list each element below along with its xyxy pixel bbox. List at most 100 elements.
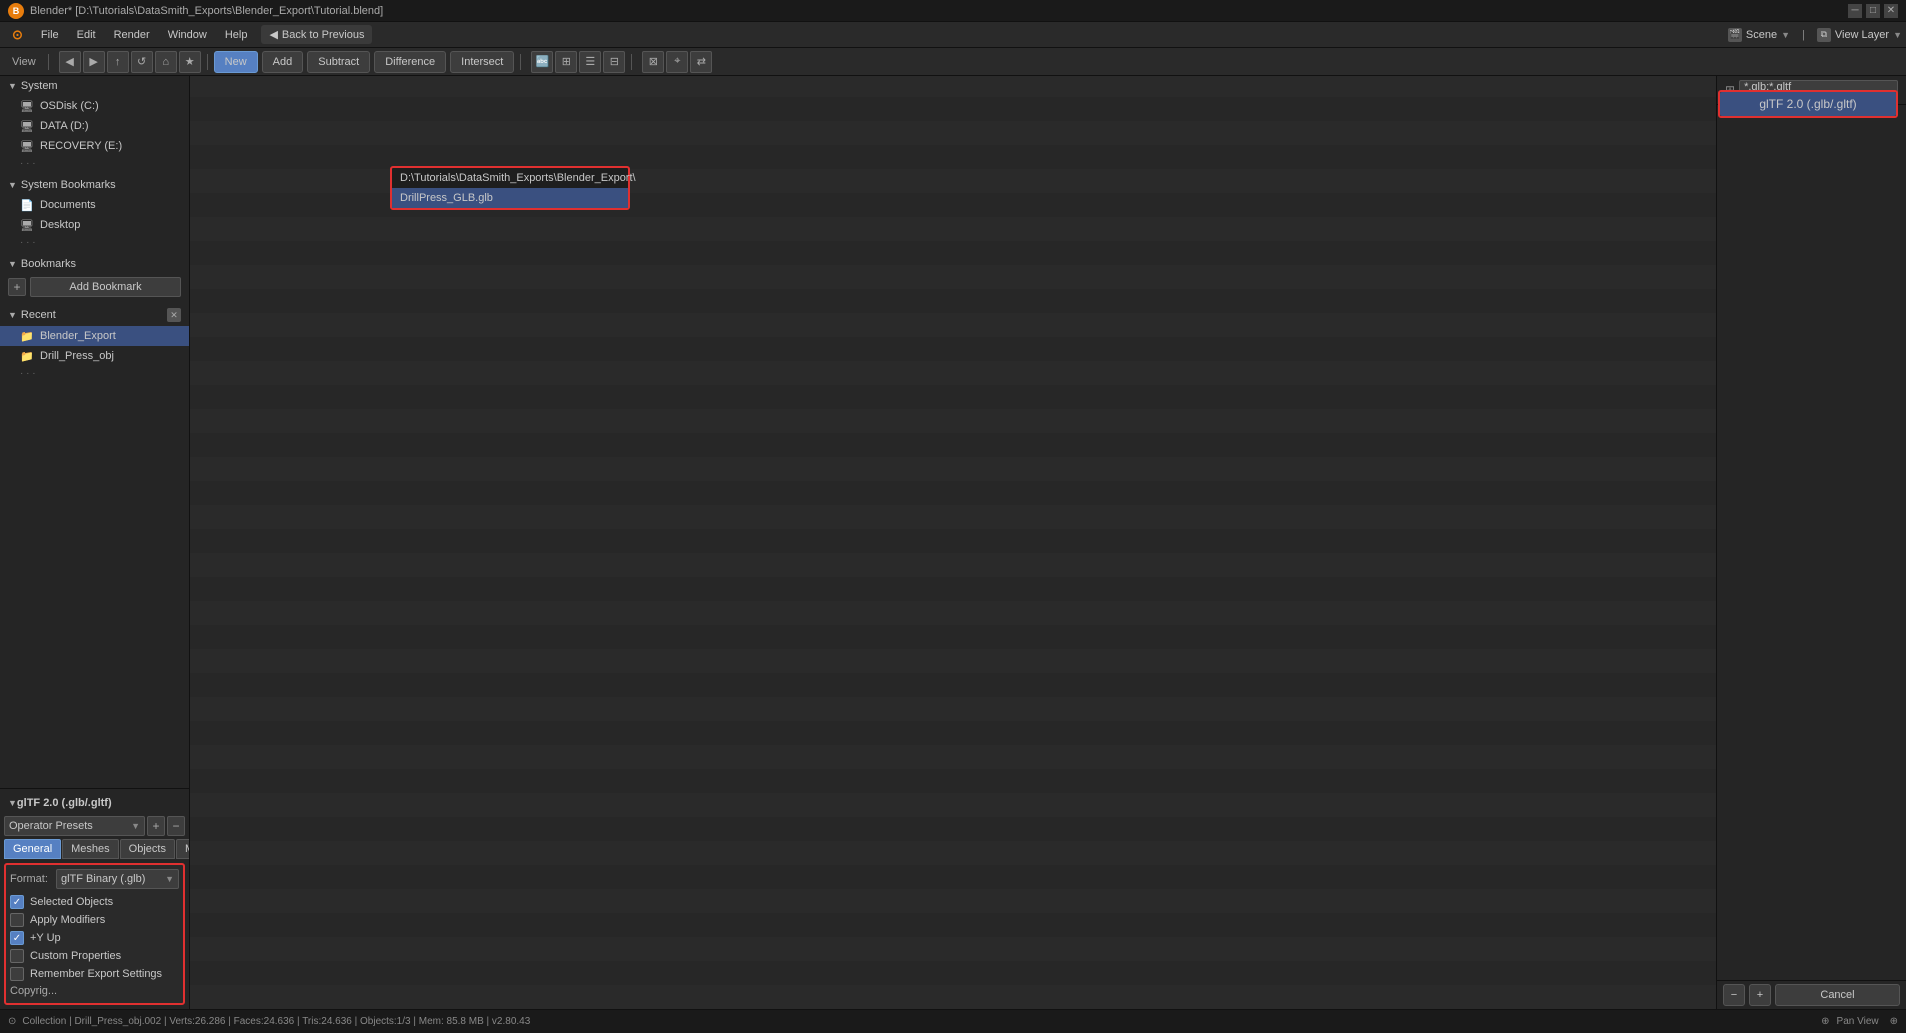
subtract-button[interactable]: Subtract <box>307 51 370 73</box>
sidebar-item-osdisk[interactable]: 🖥 OSDisk (C:) <box>0 96 189 116</box>
tab-objects[interactable]: Objects <box>120 839 175 859</box>
remember-export-label: Remember Export Settings <box>30 968 162 980</box>
filter-icon[interactable]: ⊞ <box>555 51 577 73</box>
right-panel-spacer <box>1717 139 1906 980</box>
user-bookmarks-header[interactable]: ▼ Bookmarks <box>0 254 189 274</box>
add-button[interactable]: Add <box>262 51 304 73</box>
menu-blender[interactable]: ⊙ <box>4 25 31 45</box>
new-button[interactable]: New <box>214 51 258 73</box>
gltf-format-label: glTF 2.0 (.glb/.gltf) <box>1720 92 1896 116</box>
checkbox-y-up[interactable]: ✓ <box>10 931 24 945</box>
add-bookmark-button[interactable]: Add Bookmark <box>30 277 181 297</box>
sidebar-item-blender-export[interactable]: 📁 Blender_Export <box>0 326 189 346</box>
y-up-label: +Y Up <box>30 932 61 944</box>
tab-general[interactable]: General <box>4 839 61 859</box>
sidebar-item-data[interactable]: 🖥 DATA (D:) <box>0 116 189 136</box>
operator-presets-arrow: ▼ <box>131 821 140 831</box>
toolbar-nav-icons: ◀ ▶ ↑ ↺ ⌂ ★ <box>59 51 201 73</box>
add-icon[interactable]: + <box>8 278 26 296</box>
maximize-button[interactable]: □ <box>1866 4 1880 18</box>
extra-icon[interactable]: ⌖ <box>666 51 688 73</box>
user-bookmarks-arrow-icon: ▼ <box>8 259 17 269</box>
tab-materials[interactable]: Materi... <box>176 839 190 859</box>
checkbox-row-selected-objects: ✓ Selected Objects <box>10 893 179 911</box>
action-row: − + Cancel <box>1717 980 1906 1009</box>
format-value: glTF Binary (.glb) <box>61 873 145 885</box>
format-row: Format: glTF Binary (.glb) ▼ <box>10 869 179 889</box>
format-arrow-icon: ▼ <box>165 874 174 884</box>
plus-button[interactable]: + <box>1749 984 1771 1006</box>
view-layer-label: View Layer <box>1835 29 1889 41</box>
system-section-header[interactable]: ▼ System <box>0 76 189 96</box>
checkbox-selected-objects[interactable]: ✓ <box>10 895 24 909</box>
sidebar: ▼ System 🖥 OSDisk (C:) 🖥 DATA (D:) 🖥 REC… <box>0 76 190 1009</box>
view-layer-icon: ⧉ <box>1817 28 1831 42</box>
recent-close-icon[interactable]: ✕ <box>167 308 181 322</box>
transfer-icon[interactable]: ⇄ <box>690 51 712 73</box>
preset-add-button[interactable]: + <box>147 816 165 836</box>
list-icon[interactable]: ☰ <box>579 51 601 73</box>
nav-forward-icon[interactable]: ▶ <box>83 51 105 73</box>
sidebar-item-desktop[interactable]: 🖥 Desktop <box>0 215 189 235</box>
checkbox-row-remember-export: Remember Export Settings <box>10 965 179 983</box>
menu-help[interactable]: Help <box>217 27 256 43</box>
back-label: Back to Previous <box>282 29 365 41</box>
apply-modifiers-label: Apply Modifiers <box>30 914 105 926</box>
difference-button[interactable]: Difference <box>374 51 446 73</box>
status-text: Collection | Drill_Press_obj.002 | Verts… <box>22 1016 530 1027</box>
nav-home-icon[interactable]: ⌂ <box>155 51 177 73</box>
options-header[interactable]: ▼ glTF 2.0 (.glb/.gltf) <box>4 793 185 813</box>
title-bar: B Blender* [D:\Tutorials\DataSmith_Expor… <box>0 0 1906 22</box>
view-label[interactable]: View <box>6 56 42 68</box>
tab-meshes[interactable]: Meshes <box>62 839 119 859</box>
path-input-group: D:\Tutorials\DataSmith_Exports\Blender_E… <box>390 166 630 210</box>
system-bookmarks-section: ▼ System Bookmarks 📄 Documents 🖥 Desktop… <box>0 175 189 250</box>
file-grid[interactable] <box>190 76 1716 1009</box>
menu-window[interactable]: Window <box>160 27 215 43</box>
status-info: Collection | Drill_Press_obj.002 | Verts… <box>22 1016 530 1027</box>
sort-icon[interactable]: 🔤 <box>531 51 553 73</box>
options-arrow-icon: ▼ <box>8 798 17 808</box>
scene-label: Scene <box>1746 29 1777 41</box>
sidebar-item-recovery[interactable]: 🖥 RECOVERY (E:) <box>0 136 189 156</box>
grid-icon[interactable]: ⊟ <box>603 51 625 73</box>
operator-presets-label: Operator Presets <box>9 820 93 832</box>
operator-presets-select[interactable]: Operator Presets ▼ <box>4 816 145 836</box>
intersect-button[interactable]: Intersect <box>450 51 514 73</box>
main-layout: ▼ System 🖥 OSDisk (C:) 🖥 DATA (D:) 🖥 REC… <box>0 76 1906 1009</box>
nav-reload-icon[interactable]: ↺ <box>131 51 153 73</box>
preset-remove-button[interactable]: − <box>167 816 185 836</box>
nav-up-icon[interactable]: ↑ <box>107 51 129 73</box>
cancel-button[interactable]: Cancel <box>1775 984 1900 1006</box>
checkbox-row-y-up: ✓ +Y Up <box>10 929 179 947</box>
close-button[interactable]: ✕ <box>1884 4 1898 18</box>
system-bookmarks-header[interactable]: ▼ System Bookmarks <box>0 175 189 195</box>
status-bar: ⊙ Collection | Drill_Press_obj.002 | Ver… <box>0 1009 1906 1033</box>
minus-button[interactable]: − <box>1723 984 1745 1006</box>
sidebar-item-drill-press[interactable]: 📁 Drill_Press_obj <box>0 346 189 366</box>
blender-small-icon: ⊙ <box>8 1016 16 1027</box>
back-to-previous-button[interactable]: ◀ Back to Previous <box>261 25 372 44</box>
sidebar-item-documents[interactable]: 📄 Documents <box>0 195 189 215</box>
nav-back-icon[interactable]: ◀ <box>59 51 81 73</box>
view-layer-dropdown-icon: ▼ <box>1893 30 1902 40</box>
checkbox-remember-export[interactable] <box>10 967 24 981</box>
toolbar: View ◀ ▶ ↑ ↺ ⌂ ★ New Add Subtract Differ… <box>0 48 1906 76</box>
nav-bookmark-icon[interactable]: ★ <box>179 51 201 73</box>
hide-icon[interactable]: ⊠ <box>642 51 664 73</box>
checkbox-apply-modifiers[interactable] <box>10 913 24 927</box>
minimize-button[interactable]: ─ <box>1848 4 1862 18</box>
sys-bookmarks-arrow-icon: ▼ <box>8 180 17 190</box>
menu-file[interactable]: File <box>33 27 67 43</box>
path-directory[interactable]: D:\Tutorials\DataSmith_Exports\Blender_E… <box>392 168 628 188</box>
format-select[interactable]: glTF Binary (.glb) ▼ <box>56 869 179 889</box>
path-filename[interactable]: DrillPress_GLB.glb <box>392 188 628 208</box>
window-controls[interactable]: ─ □ ✕ <box>1848 4 1898 18</box>
menu-edit[interactable]: Edit <box>69 27 104 43</box>
checkbox-custom-properties[interactable] <box>10 949 24 963</box>
toolbar-separator-4 <box>631 54 632 70</box>
data-disk-icon: 🖥 <box>20 119 34 133</box>
osdisk-label: OSDisk (C:) <box>40 100 99 112</box>
menu-render[interactable]: Render <box>106 27 158 43</box>
toolbar-separator-3 <box>520 54 521 70</box>
